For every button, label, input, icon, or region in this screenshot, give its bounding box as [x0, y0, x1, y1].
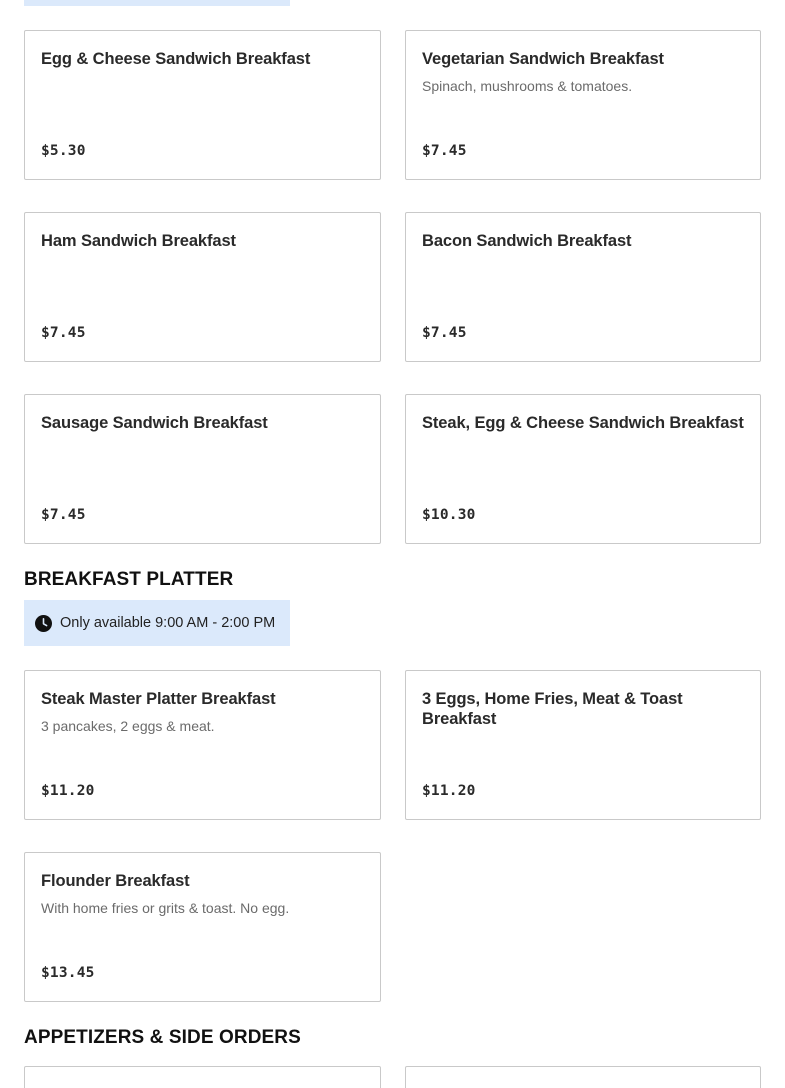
menu-item-card[interactable]: Bacon Sandwich Breakfast $7.45 [405, 212, 761, 362]
menu-item-name: Egg & Cheese Sandwich Breakfast [41, 50, 311, 68]
menu-item-name: Steak, Egg & Cheese Sandwich Breakfast [422, 414, 744, 432]
menu-item-card[interactable]: Egg & Cheese Sandwich Breakfast $5.30 [24, 30, 381, 180]
menu-item-description: 3 pancakes, 2 eggs & meat. [41, 718, 215, 734]
menu-item-price: $7.45 [41, 507, 86, 523]
section-title-breakfast-platter: BREAKFAST PLATTER [24, 569, 234, 590]
menu-item-card[interactable]: Sausage Sandwich Breakfast $7.45 [24, 394, 381, 544]
availability-banner: Only available 9:00 AM - 2:00 PM [24, 600, 290, 646]
menu-item-description: Spinach, mushrooms & tomatoes. [422, 78, 633, 94]
availability-text: Only available 9:00 AM - 2:00 PM [60, 615, 276, 631]
menu-item-card[interactable] [405, 1066, 761, 1088]
menu-item-card[interactable] [24, 1066, 381, 1088]
menu-item-card[interactable]: Steak Master Platter Breakfast 3 pancake… [24, 670, 381, 820]
menu-item-price: $7.45 [41, 325, 86, 341]
menu-item-card[interactable]: Steak, Egg & Cheese Sandwich Breakfast $… [405, 394, 761, 544]
clock-icon [35, 614, 52, 632]
menu-item-price: $11.20 [422, 783, 476, 799]
appetizer-items-grid [24, 1066, 761, 1088]
menu-item-name: 3 Eggs, Home Fries, Meat & Toast Breakfa… [422, 690, 683, 728]
availability-banner-partial [24, 0, 290, 6]
menu-item-name: Vegetarian Sandwich Breakfast [422, 50, 664, 68]
menu-item-card[interactable]: 3 Eggs, Home Fries, Meat & Toast Breakfa… [405, 670, 761, 820]
menu-item-description: With home fries or grits & toast. No egg… [41, 900, 290, 916]
platter-items-grid: Steak Master Platter Breakfast 3 pancake… [24, 670, 761, 1002]
menu-item-name: Bacon Sandwich Breakfast [422, 232, 632, 250]
menu-item-card[interactable]: Flounder Breakfast With home fries or gr… [24, 852, 381, 1002]
menu-item-price: $13.45 [41, 965, 95, 981]
menu-item-price: $10.30 [422, 507, 476, 523]
menu-item-card[interactable]: Ham Sandwich Breakfast $7.45 [24, 212, 381, 362]
menu-item-price: $11.20 [41, 783, 95, 799]
menu-item-price: $7.45 [422, 143, 467, 159]
sandwich-items-grid: Egg & Cheese Sandwich Breakfast $5.30 Ve… [24, 30, 761, 544]
menu-item-name: Steak Master Platter Breakfast [41, 690, 276, 708]
menu-item-name: Ham Sandwich Breakfast [41, 232, 236, 250]
menu-item-name: Sausage Sandwich Breakfast [41, 414, 268, 432]
menu-item-card[interactable]: Vegetarian Sandwich Breakfast Spinach, m… [405, 30, 761, 180]
section-title-appetizers: APPETIZERS & SIDE ORDERS [24, 1027, 301, 1048]
menu-page: Egg & Cheese Sandwich Breakfast $5.30 Ve… [0, 0, 785, 1088]
menu-item-price: $7.45 [422, 325, 467, 341]
menu-item-name: Flounder Breakfast [41, 872, 190, 890]
menu-item-price: $5.30 [41, 143, 86, 159]
